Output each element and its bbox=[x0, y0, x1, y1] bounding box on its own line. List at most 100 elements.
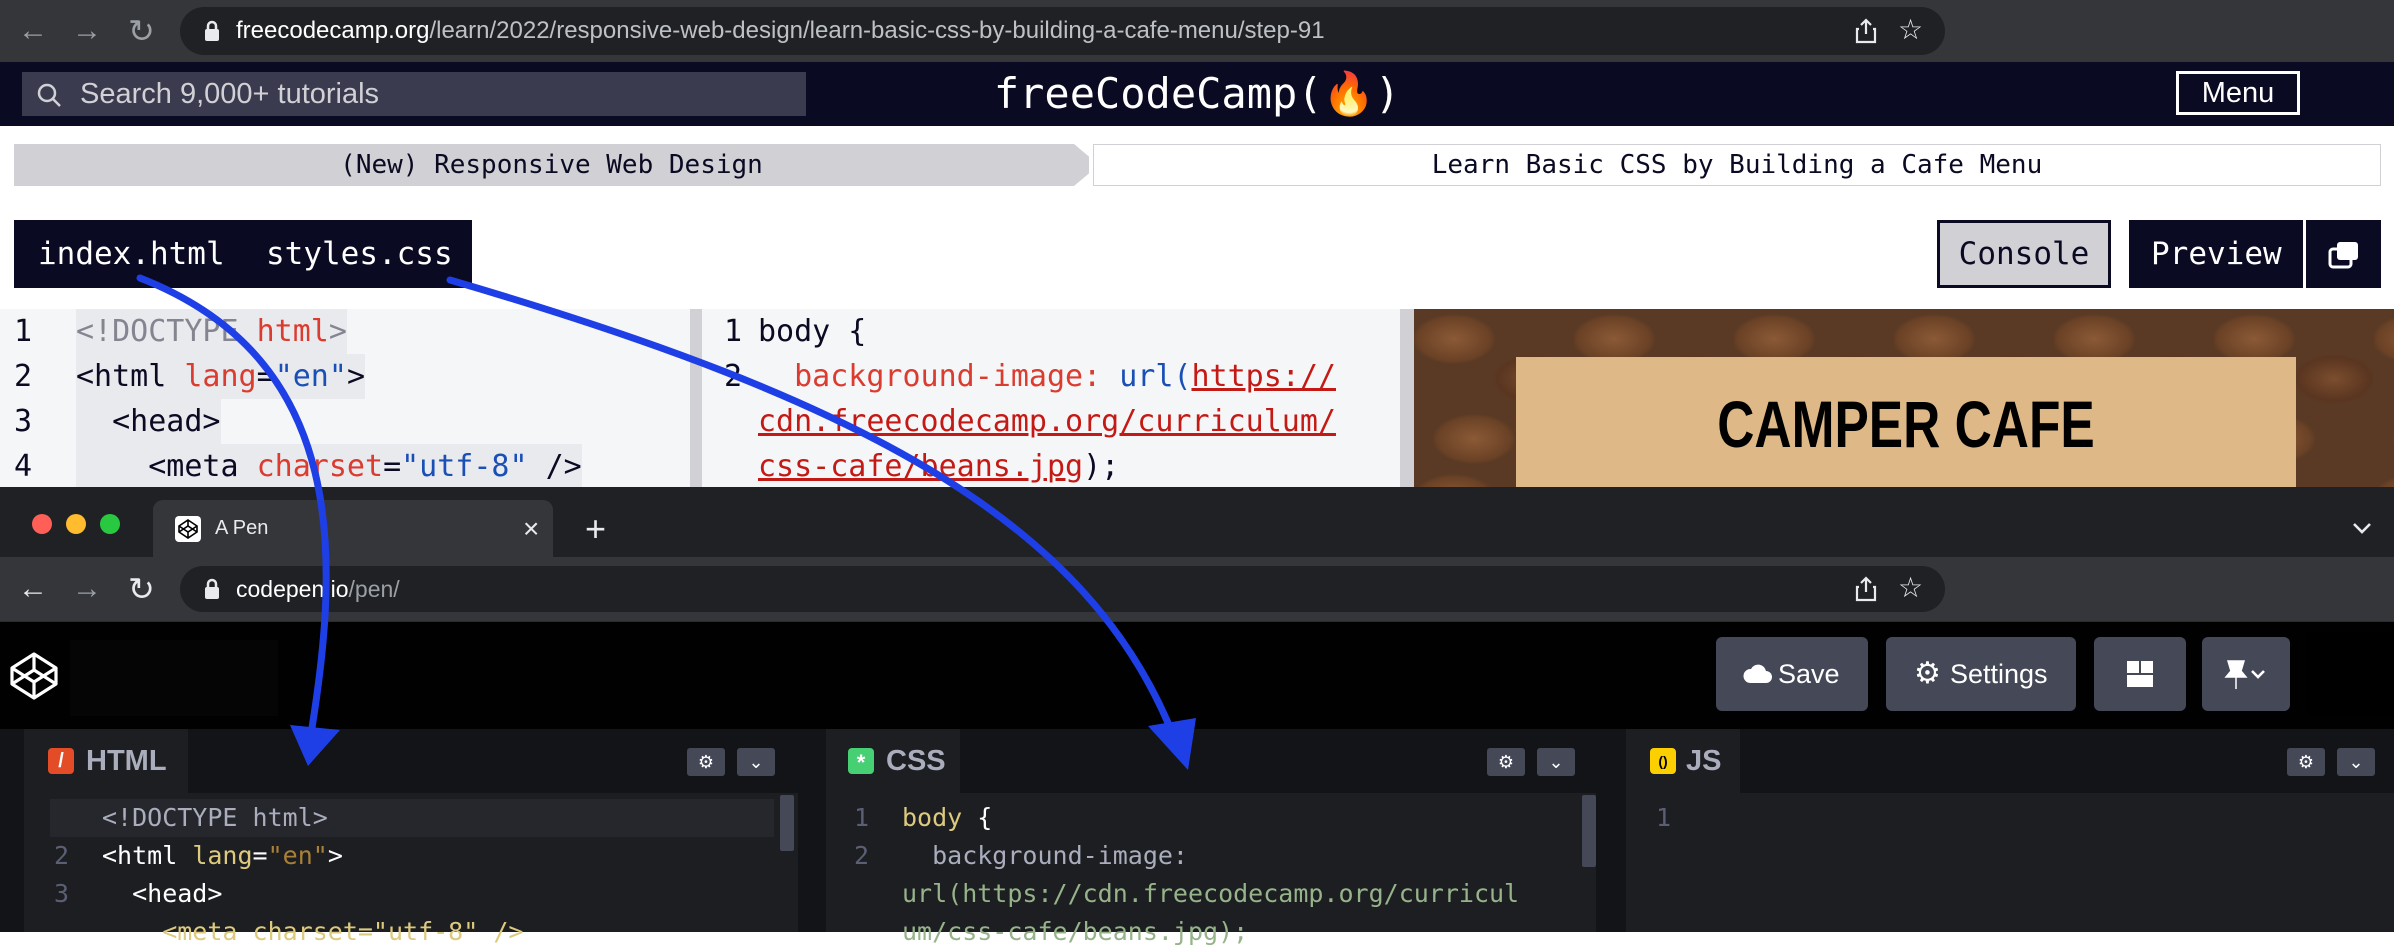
js-settings-button[interactable]: ⚙ bbox=[2287, 748, 2325, 776]
code-line: <html lang="en"> bbox=[102, 841, 343, 870]
code-line: body { bbox=[758, 314, 867, 349]
gear-icon: ⚙ bbox=[1914, 657, 1941, 690]
html-tab[interactable]: / HTML bbox=[24, 729, 188, 793]
line-number: 1 bbox=[14, 314, 33, 349]
js-tab[interactable]: () JS bbox=[1626, 729, 1740, 793]
line-number: 1 bbox=[1656, 803, 1672, 832]
layout-icon bbox=[2127, 661, 2153, 687]
code-line: body { bbox=[902, 803, 993, 832]
console-button[interactable]: Console bbox=[1937, 220, 2111, 288]
code-line: <!DOCTYPE html> bbox=[102, 803, 328, 832]
tab-index-html[interactable]: index.html bbox=[38, 220, 225, 288]
layout-button[interactable] bbox=[2094, 637, 2186, 711]
cloud-icon bbox=[1743, 664, 1772, 683]
pane-header bbox=[1626, 729, 2394, 793]
popout-icon[interactable] bbox=[2328, 240, 2360, 270]
address-url: freecodecamp.org/learn/2022/responsive-w… bbox=[236, 17, 1325, 44]
code-line: um/css-cafe/beans.jpg); bbox=[902, 917, 1249, 946]
code-line: <head> bbox=[102, 879, 223, 908]
editor-divider[interactable] bbox=[1400, 309, 1414, 489]
reload-icon[interactable]: ↻ bbox=[128, 0, 155, 62]
back-icon[interactable]: ← bbox=[18, 0, 48, 62]
avatar[interactable] bbox=[2306, 631, 2394, 715]
close-tab-icon[interactable]: × bbox=[523, 500, 539, 557]
save-button[interactable]: Save bbox=[1716, 637, 1868, 711]
scrollbar[interactable] bbox=[780, 795, 794, 851]
js-pane[interactable]: () JS 1 bbox=[1626, 729, 2394, 932]
code-line: background-image: bbox=[902, 841, 1188, 870]
browser-tab[interactable]: A Pen × bbox=[153, 500, 553, 557]
fcc-logo[interactable]: freeCodeCamp(🔥) bbox=[0, 62, 2394, 126]
address-bar-2[interactable]: codepen.io/pen/ ☆ bbox=[180, 566, 1945, 612]
menu-button[interactable]: Menu bbox=[2176, 71, 2300, 115]
share-icon[interactable] bbox=[1853, 575, 1879, 603]
browser-toolbar: ← → ↻ freecodecamp.org/learn/2022/respon… bbox=[0, 0, 2394, 62]
html-pane[interactable]: / HTML 1 2 3 <!DOCTYPE html> <html lang=… bbox=[24, 729, 798, 946]
back-icon[interactable]: ← bbox=[18, 557, 48, 621]
scrollbar[interactable] bbox=[1582, 795, 1596, 867]
bookmark-star-icon[interactable]: ☆ bbox=[1898, 571, 1923, 604]
breadcrumb-superblock[interactable]: (New) Responsive Web Design bbox=[14, 144, 1089, 186]
css-settings-button[interactable]: ⚙ bbox=[1487, 748, 1525, 776]
line-number: 2 bbox=[724, 359, 743, 394]
fcc-html-editor[interactable]: 1 2 3 4 <!DOCTYPE html> <html lang="en">… bbox=[0, 309, 690, 489]
preview-label: Preview bbox=[2151, 236, 2282, 272]
pin-button[interactable] bbox=[2202, 637, 2290, 711]
line-number: 2 bbox=[854, 841, 870, 870]
html-pane-label: HTML bbox=[86, 745, 167, 777]
divider bbox=[2303, 220, 2306, 288]
pen-title[interactable] bbox=[70, 640, 278, 716]
minimize-window-button[interactable] bbox=[66, 514, 86, 534]
file-tabs: index.html styles.css bbox=[14, 220, 472, 288]
new-tab-button[interactable]: + bbox=[585, 500, 606, 557]
html-pane-icon: / bbox=[48, 748, 74, 774]
bookmark-star-icon[interactable]: ☆ bbox=[1898, 13, 1923, 46]
preview-button[interactable]: Preview bbox=[2129, 220, 2381, 288]
line-number: 3 bbox=[54, 879, 70, 908]
line-number: 3 bbox=[14, 404, 33, 439]
tab-styles-css[interactable]: styles.css bbox=[266, 220, 453, 288]
html-collapse-button[interactable]: ⌄ bbox=[737, 748, 775, 776]
save-label: Save bbox=[1778, 659, 1840, 689]
editor-divider[interactable] bbox=[690, 309, 702, 489]
breadcrumb-block[interactable]: Learn Basic CSS by Building a Cafe Menu bbox=[1093, 144, 2381, 186]
cafe-title: CAMPER CAFE bbox=[1717, 387, 2095, 461]
close-window-button[interactable] bbox=[32, 514, 52, 534]
code-line: <!DOCTYPE html> bbox=[76, 309, 347, 354]
js-pane-icon: () bbox=[1650, 748, 1676, 774]
line-number: 1 bbox=[724, 314, 743, 349]
chevron-down-icon[interactable] bbox=[2350, 518, 2374, 538]
address-url: codepen.io/pen/ bbox=[236, 576, 400, 602]
css-tab[interactable]: * CSS bbox=[826, 729, 960, 793]
js-pane-label: JS bbox=[1686, 745, 1722, 777]
settings-button[interactable]: ⚙ Settings bbox=[1886, 637, 2076, 711]
code-line: <meta charset="utf-8" /> bbox=[102, 917, 524, 946]
css-collapse-button[interactable]: ⌄ bbox=[1537, 748, 1575, 776]
codepen-favicon-icon bbox=[175, 516, 201, 542]
settings-label: Settings bbox=[1950, 659, 2048, 689]
line-number: 2 bbox=[14, 359, 33, 394]
address-bar[interactable]: freecodecamp.org/learn/2022/responsive-w… bbox=[180, 7, 1945, 55]
tab-title: A Pen bbox=[215, 517, 269, 539]
lock-icon bbox=[205, 578, 219, 599]
reload-icon[interactable]: ↻ bbox=[128, 557, 155, 621]
fcc-css-editor[interactable]: 1 2 body { background-image: url(https:/… bbox=[702, 309, 1400, 489]
line-number: 2 bbox=[54, 841, 70, 870]
forward-icon[interactable]: → bbox=[72, 557, 102, 621]
css-pane[interactable]: * CSS 1 2 body { background-image: url(h… bbox=[826, 729, 1596, 946]
maximize-window-button[interactable] bbox=[100, 514, 120, 534]
code-line: css-cafe/beans.jpg); bbox=[758, 449, 1120, 484]
forward-icon[interactable]: → bbox=[72, 0, 102, 62]
lock-icon bbox=[205, 20, 219, 41]
code-line: <meta charset="utf-8" /> bbox=[76, 444, 582, 489]
css-pane-icon: * bbox=[848, 748, 874, 775]
js-collapse-button[interactable]: ⌄ bbox=[2337, 748, 2375, 776]
codepen-logo-icon[interactable] bbox=[8, 650, 60, 702]
share-icon[interactable] bbox=[1853, 17, 1879, 45]
code-line: cdn.freecodecamp.org/curriculum/ bbox=[758, 404, 1336, 439]
code-line: <html lang="en"> bbox=[76, 354, 365, 399]
html-settings-button[interactable]: ⚙ bbox=[687, 748, 725, 776]
fcc-navbar: Search 9,000+ tutorials freeCodeCamp(🔥) … bbox=[0, 62, 2394, 126]
line-number: 4 bbox=[14, 449, 33, 484]
code-line: url(https://cdn.freecodecamp.org/curricu… bbox=[902, 879, 1520, 908]
